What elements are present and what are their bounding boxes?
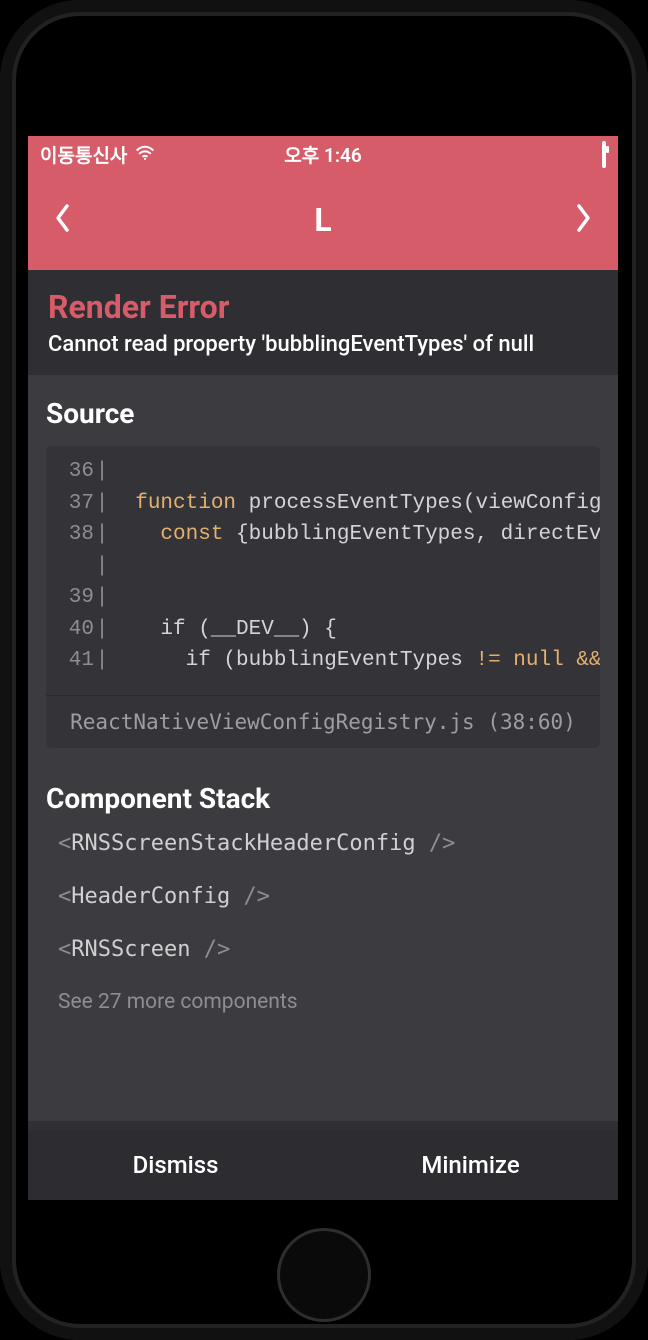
- stack-heading: Component Stack: [46, 782, 600, 815]
- wifi-icon: [135, 143, 155, 166]
- bottom-bar: Dismiss Minimize: [28, 1130, 618, 1200]
- see-more-components[interactable]: See 27 more components: [58, 990, 600, 1014]
- code-keyword: function: [135, 492, 236, 515]
- forward-button[interactable]: [574, 203, 592, 237]
- stack-frame[interactable]: <RNSScreenStackHeaderConfig />: [58, 831, 600, 856]
- line-number: 40: [60, 614, 94, 646]
- code-operator: !=: [475, 649, 500, 672]
- battery-icon: [602, 143, 606, 166]
- code-text: processEventTypes(viewConfig: V: [236, 492, 600, 515]
- status-bar: 이동통신사 오후 1:46: [28, 136, 618, 170]
- stack-frame[interactable]: <HeaderConfig />: [58, 884, 600, 909]
- line-number: 36: [60, 456, 94, 488]
- code-literal: null: [501, 649, 577, 672]
- phone-frame: 이동통신사 오후 1:46: [0, 0, 648, 1340]
- stack-component-name: RNSScreenStackHeaderConfig: [71, 831, 415, 856]
- line-number: 41: [60, 645, 94, 677]
- line-number: 37: [60, 488, 94, 520]
- error-message: Cannot read property 'bubblingEventTypes…: [48, 332, 598, 357]
- code-text: {bubblingEventTypes, directEvent: [223, 523, 600, 546]
- screen: 이동통신사 오후 1:46: [28, 136, 618, 1200]
- dismiss-button[interactable]: Dismiss: [28, 1130, 323, 1200]
- error-title: Render Error: [48, 288, 598, 326]
- line-number: 38: [60, 519, 94, 551]
- stack-component-name: RNSScreen: [71, 937, 190, 962]
- source-heading: Source: [46, 397, 600, 430]
- line-number: 39: [60, 582, 94, 614]
- code-keyword: const: [160, 523, 223, 546]
- code-text: if (bubblingEventTypes: [186, 649, 476, 672]
- stack-component-name: HeaderConfig: [71, 884, 230, 909]
- home-button[interactable]: [277, 1228, 371, 1322]
- source-code-box: 36| 37| function processEventTypes(viewC…: [46, 446, 600, 748]
- code-text: if (__DEV__) {: [160, 618, 336, 641]
- body: Source 36| 37| function processEventType…: [28, 375, 618, 1121]
- back-button[interactable]: [54, 203, 72, 237]
- source-file-label: ReactNativeViewConfigRegistry.js (38:60): [46, 695, 600, 748]
- error-panel: Render Error Cannot read property 'bubbl…: [28, 270, 618, 375]
- minimize-button[interactable]: Minimize: [323, 1130, 618, 1200]
- stack-frame[interactable]: <RNSScreen />: [58, 937, 600, 962]
- nav-title: L: [314, 201, 331, 239]
- carrier-label: 이동통신사: [40, 141, 127, 168]
- source-code: 36| 37| function processEventTypes(viewC…: [46, 446, 600, 695]
- header: 이동통신사 오후 1:46: [28, 136, 618, 270]
- code-operator: &&: [576, 649, 600, 672]
- line-number: [60, 551, 94, 583]
- nav-row: L: [28, 170, 618, 270]
